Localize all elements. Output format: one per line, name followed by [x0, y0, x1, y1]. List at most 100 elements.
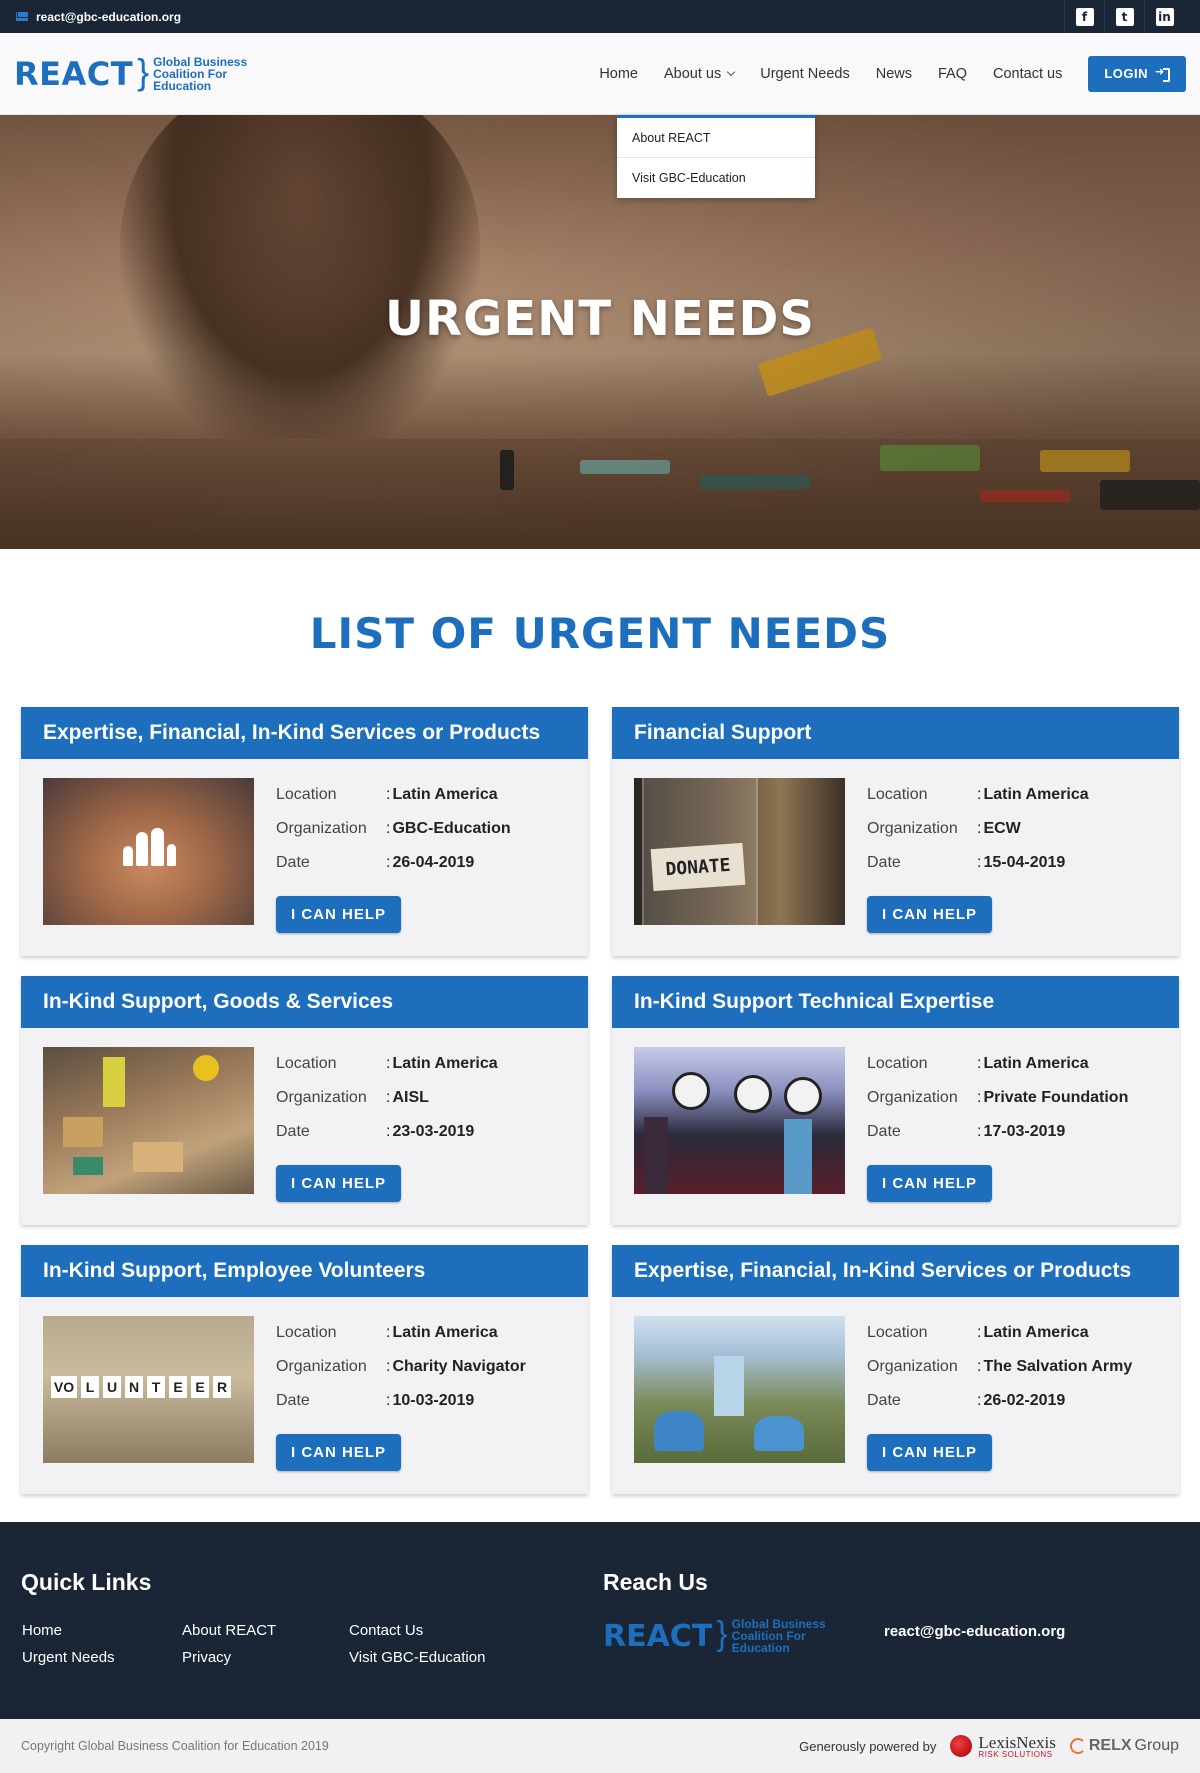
lexisnexis-name: LexisNexis [978, 1732, 1056, 1752]
facebook-link[interactable]: f [1064, 0, 1104, 33]
i-can-help-button[interactable]: I CAN HELP [276, 896, 401, 933]
event-badge [784, 1077, 822, 1115]
linkedin-icon[interactable]: in [1155, 7, 1174, 26]
site-header: REACT } Global Business Coalition For Ed… [0, 33, 1200, 115]
top-bar: react@gbc-education.org f t in [0, 0, 1200, 33]
volunteer-letter: E [191, 1376, 209, 1398]
nav-faq[interactable]: FAQ [938, 60, 967, 88]
location-value: Latin America [386, 1324, 497, 1342]
i-can-help-button[interactable]: I CAN HELP [276, 1434, 401, 1471]
footer-link-about[interactable]: About REACT [182, 1622, 276, 1639]
volunteer-letter: U [103, 1376, 121, 1398]
login-button[interactable]: LOGIN [1088, 55, 1186, 92]
top-email[interactable]: react@gbc-education.org [16, 10, 181, 24]
relx-logo[interactable]: RELX Group [1069, 1737, 1179, 1755]
footer-logo-line-3: Education [731, 1641, 790, 1655]
nav-news[interactable]: News [876, 60, 912, 88]
location-label: Location [867, 786, 928, 803]
lexisnexis-logo[interactable]: LexisNexis RISK SOLUTIONS [950, 1732, 1056, 1759]
sign-in-icon [1155, 65, 1170, 82]
volunteer-letter: L [81, 1376, 99, 1398]
location-value: Latin America [977, 1324, 1088, 1342]
footer-logo-subtitle: Global Business Coalition For Education [732, 1618, 826, 1654]
i-can-help-button[interactable]: I CAN HELP [867, 1434, 992, 1471]
organization-label: Organization [276, 820, 367, 837]
footer-email[interactable]: react@gbc-education.org [884, 1623, 1065, 1640]
need-image-technical-event [634, 1047, 845, 1194]
volunteer-letter: N [125, 1376, 143, 1398]
need-card-title: Financial Support [612, 707, 1179, 759]
footer-logo-brace: } [716, 1615, 728, 1653]
organization-label: Organization [276, 1089, 367, 1106]
login-label[interactable]: LOGIN [1104, 66, 1148, 81]
organization-value: Charity Navigator [386, 1358, 525, 1376]
nav-urgent-needs[interactable]: Urgent Needs [760, 60, 849, 88]
footer-logo[interactable]: REACT } Global Business Coalition For Ed… [603, 1615, 826, 1654]
nav-about[interactable]: About us [664, 60, 736, 88]
volunteer-letter: R [213, 1376, 231, 1398]
powered-by-text: Generously powered by [799, 1738, 937, 1754]
location-label: Location [276, 786, 337, 803]
need-image-hands-family [43, 778, 254, 925]
dropdown-item-visit-gbc[interactable]: Visit GBC-Education [617, 158, 815, 198]
organization-value: AISL [386, 1089, 428, 1107]
footer-bottom-bar: Copyright Global Business Coalition for … [0, 1719, 1200, 1773]
logo-subtitle: Global Business Coalition For Education [153, 56, 247, 92]
facebook-icon[interactable]: f [1075, 7, 1094, 26]
event-badge [672, 1072, 710, 1110]
footer-link-visit-gbc[interactable]: Visit GBC-Education [349, 1649, 485, 1666]
logo-brace: } [137, 50, 150, 92]
family-cutout [91, 826, 207, 866]
footer-link-urgent-needs[interactable]: Urgent Needs [22, 1649, 115, 1666]
date-label: Date [867, 854, 901, 871]
event-badge [734, 1075, 772, 1113]
top-email-text[interactable]: react@gbc-education.org [36, 10, 181, 24]
need-card-title: In-Kind Support Technical Expertise [612, 976, 1179, 1028]
dropdown-item-about-react[interactable]: About REACT [617, 118, 815, 158]
lexisnexis-sub: RISK SOLUTIONS [978, 1749, 1053, 1759]
nav-about-label[interactable]: About us [664, 66, 721, 82]
relx-name: RELX [1088, 1737, 1132, 1754]
need-image-volunteers: VO L U N T E E R [43, 1316, 254, 1463]
need-image-cleanup-volunteers [634, 1316, 845, 1463]
logo-line-2: Coalition For [153, 66, 228, 81]
i-can-help-button[interactable]: I CAN HELP [276, 1165, 401, 1202]
powered-by: Generously powered by LexisNexis RISK SO… [799, 1734, 1179, 1759]
social-links: f t in [1064, 0, 1184, 33]
need-card-title: In-Kind Support, Employee Volunteers [21, 1245, 588, 1297]
twitter-link[interactable]: t [1104, 0, 1144, 33]
quick-links-title: Quick Links [21, 1569, 152, 1595]
main-nav: Home About us Urgent Needs News FAQ Cont… [599, 55, 1186, 92]
footer-link-privacy[interactable]: Privacy [182, 1649, 231, 1666]
nav-home[interactable]: Home [599, 60, 638, 88]
volunteer-letter: VO [51, 1376, 77, 1398]
organization-label: Organization [867, 1089, 958, 1106]
envelope-icon [16, 12, 28, 21]
need-card: Expertise, Financial, In-Kind Services o… [21, 707, 588, 956]
nav-contact[interactable]: Contact us [993, 60, 1062, 88]
date-value: 23-03-2019 [386, 1123, 474, 1141]
location-value: Latin America [386, 1055, 497, 1073]
organization-label: Organization [867, 1358, 958, 1375]
need-card: In-Kind Support Technical Expertise Loca… [612, 976, 1179, 1225]
twitter-icon[interactable]: t [1115, 7, 1134, 26]
urgent-needs-grid: Expertise, Financial, In-Kind Services o… [21, 707, 1181, 1494]
date-value: 17-03-2019 [977, 1123, 1065, 1141]
react-logo[interactable]: REACT } Global Business Coalition For Ed… [14, 50, 247, 93]
footer-link-home[interactable]: Home [22, 1622, 62, 1639]
section-title: LIST OF URGENT NEEDS [309, 609, 891, 658]
location-value: Latin America [386, 786, 497, 804]
date-value: 10-03-2019 [386, 1392, 474, 1410]
linkedin-link[interactable]: in [1144, 0, 1184, 33]
copyright-text: Copyright Global Business Coalition for … [21, 1739, 329, 1753]
date-value: 26-04-2019 [386, 854, 474, 872]
volunteer-letter: E [169, 1376, 187, 1398]
date-label: Date [867, 1123, 901, 1140]
i-can-help-button[interactable]: I CAN HELP [867, 896, 992, 933]
organization-value: The Salvation Army [977, 1358, 1132, 1376]
date-label: Date [276, 854, 310, 871]
i-can-help-button[interactable]: I CAN HELP [867, 1165, 992, 1202]
need-card: In-Kind Support, Goods & Services Locati… [21, 976, 588, 1225]
footer-link-contact[interactable]: Contact Us [349, 1622, 423, 1639]
date-value: 15-04-2019 [977, 854, 1065, 872]
